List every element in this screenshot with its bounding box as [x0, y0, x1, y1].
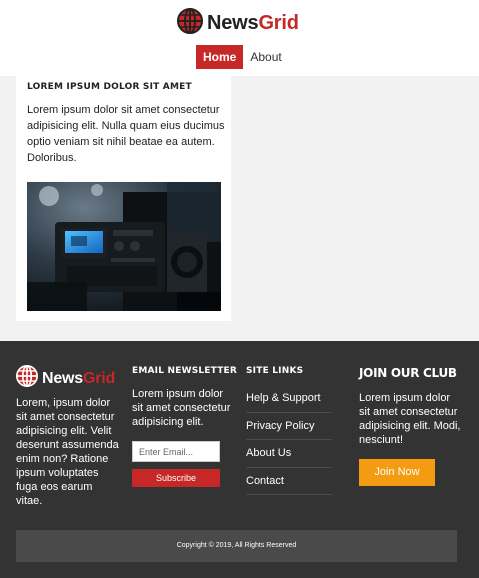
article-body: Lorem ipsum dolor sit amet consectetur a… [27, 104, 225, 164]
globe-icon [16, 365, 38, 392]
site-link-contact[interactable]: Contact [246, 468, 332, 495]
article-image[interactable] [27, 182, 221, 311]
club-heading: JOIN OUR CLUB [359, 366, 457, 380]
site-link-help[interactable]: Help & Support [246, 385, 332, 413]
copyright-bar: Copyright © 2019, All Rights Reserved [16, 530, 457, 562]
site-links-list: Help & Support Privacy Policy About Us C… [246, 385, 332, 495]
club-text: Lorem ipsum dolor sit amet consectetur a… [359, 392, 461, 446]
article-card: LOREM IPSUM DOLOR SIT AMET Lorem ipsum d… [16, 76, 231, 321]
footer-about-text: Lorem, ipsum dolor sit amet consectetur … [16, 397, 119, 507]
article-title[interactable]: LOREM IPSUM DOLOR SIT AMET [27, 82, 192, 92]
globe-icon [177, 7, 203, 39]
site-link-privacy[interactable]: Privacy Policy [246, 413, 332, 440]
newsletter-heading: EMAIL NEWSLETTER [132, 366, 238, 376]
nav-item-about[interactable]: About [243, 45, 288, 69]
join-now-button[interactable]: Join Now [359, 459, 435, 486]
newsletter-email-input[interactable] [132, 441, 220, 462]
brand-logo[interactable]: NewsGrid [177, 7, 299, 39]
subscribe-button[interactable]: Subscribe [132, 469, 220, 487]
site-links-heading: SITE LINKS [246, 366, 304, 376]
site-footer: NewsGrid Lorem, ipsum dolor sit amet con… [0, 341, 479, 578]
newsletter-text: Lorem ipsum dolor sit amet consectetur a… [132, 388, 231, 428]
footer-brand-logo[interactable]: NewsGrid [16, 365, 115, 392]
nav-item-home[interactable]: Home [196, 45, 244, 69]
footer-brand-name: NewsGrid [42, 369, 116, 387]
copyright-text: Copyright © 2019, All Rights Reserved [176, 542, 297, 549]
site-header: NewsGrid Home About [0, 0, 479, 76]
site-link-about[interactable]: About Us [246, 440, 332, 468]
main-nav: Home About [196, 45, 289, 69]
brand-name: NewsGrid [207, 11, 299, 34]
